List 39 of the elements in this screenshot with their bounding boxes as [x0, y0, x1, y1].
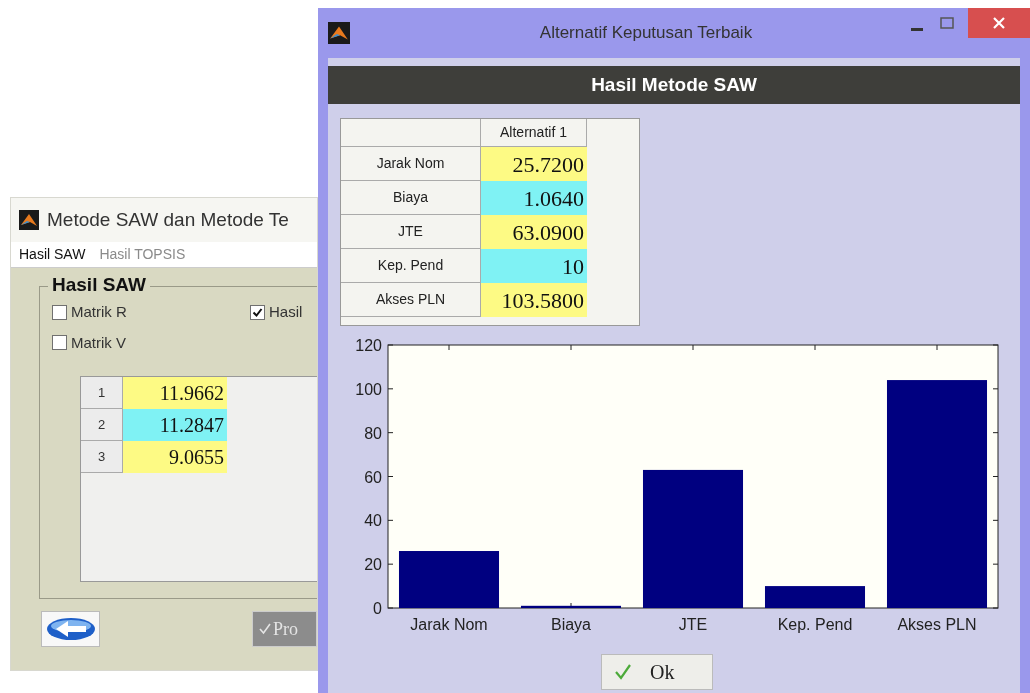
window-title: Alternatif Keputusan Terbaik	[538, 22, 754, 45]
close-button[interactable]	[968, 8, 1030, 38]
app-icon	[19, 210, 39, 230]
row-header: 3	[81, 441, 123, 473]
checkbox[interactable]: Matrik V	[52, 331, 250, 354]
axis-label: JTE	[678, 616, 708, 633]
row-header: 2	[81, 409, 123, 441]
axis-label: 80	[364, 424, 382, 442]
axis-label: 0	[373, 600, 382, 617]
check-icon	[252, 306, 263, 318]
table-cell: 11.9662	[123, 377, 227, 409]
header-title: Hasil Metode SAW	[591, 72, 757, 97]
back-button[interactable]	[41, 611, 100, 647]
row-header: 1	[81, 377, 123, 409]
close-icon	[993, 17, 1005, 29]
check-icon	[259, 623, 271, 635]
window-title: Metode SAW dan Metode Te	[47, 207, 289, 232]
app-icon	[328, 22, 350, 44]
table-cell: 25.7200	[481, 147, 587, 181]
axis-label: Biaya	[551, 616, 591, 633]
axis-label: 60	[364, 468, 382, 486]
table-cell: 63.0900	[481, 215, 587, 249]
check-icon	[614, 663, 632, 681]
table-cell: 10	[481, 249, 587, 283]
checkbox[interactable]: Matrik R	[52, 301, 250, 324]
axis-label: 120	[355, 337, 382, 354]
axis-label: Kep. Pend	[777, 616, 853, 633]
checkbox[interactable]: Hasil	[250, 301, 317, 324]
table-cell: 11.2847	[123, 409, 227, 441]
axis-label: 100	[355, 380, 382, 398]
axis-label: Jarak Nom	[410, 616, 488, 633]
axis-label: 40	[364, 512, 382, 530]
table-cell: 9.0655	[123, 441, 227, 473]
axis-label: Akses PLN	[897, 616, 977, 633]
axis-label: 20	[364, 556, 382, 574]
menu-item[interactable]: Hasil SAW	[19, 244, 86, 265]
table-cell: 103.5800	[481, 283, 587, 317]
ok-button[interactable]: Ok	[601, 654, 713, 690]
table-cell: 1.0640	[481, 181, 587, 215]
